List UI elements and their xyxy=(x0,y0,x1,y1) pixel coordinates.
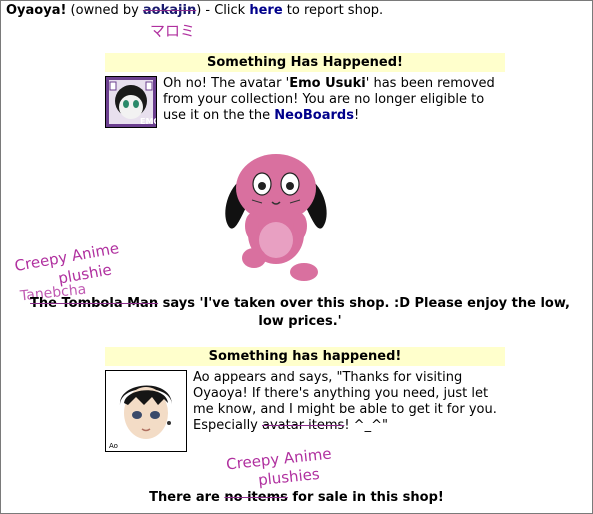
ao-character-image: Ao xyxy=(105,370,187,452)
items-status-suffix: for sale in this shop! xyxy=(287,490,444,505)
items-status-prefix: There are xyxy=(149,490,225,505)
notice-title: Something Has Happened! xyxy=(105,53,505,72)
notice-ao-appears: Something has happened! Ao Ao appears an… xyxy=(105,347,505,452)
emo-usuki-avatar-image: EMO xyxy=(105,76,157,128)
neoboards-link[interactable]: NeoBoards xyxy=(274,108,354,123)
notice-body: Ao Ao appears and says, "Thanks for visi… xyxy=(105,370,505,452)
notice-avatar-removed: Something Has Happened! EMO Oh no! The a… xyxy=(105,53,505,128)
struck-avatar-items: avatar items xyxy=(262,418,345,433)
notice-message: Oh no! The avatar 'Emo Usuki' has been r… xyxy=(157,76,505,128)
report-suffix: to report shop. xyxy=(282,3,384,18)
notice-text-part: Oh no! The avatar ' xyxy=(163,76,290,91)
owner-link[interactable]: aokajin xyxy=(143,3,196,18)
notice-body: EMO Oh no! The avatar 'Emo Usuki' has be… xyxy=(105,76,505,128)
notice-text-part: ! ^_^" xyxy=(344,418,388,433)
emo-badge: EMO xyxy=(140,117,157,126)
report-shop-link[interactable]: here xyxy=(249,3,282,18)
shop-header: Oyaoya! (owned by aokajin) - Click here … xyxy=(6,3,383,18)
shop-name: Oyaoya! xyxy=(6,3,67,18)
avatar-name: Emo Usuki xyxy=(289,76,366,91)
owned-by-suffix: ) - Click xyxy=(196,3,250,18)
npc-quote: says 'I've taken over this shop. :D Plea… xyxy=(158,296,570,329)
notice-message: Ao appears and says, "Thanks for visitin… xyxy=(187,370,505,452)
plushie-shopkeeper-image xyxy=(225,154,327,281)
shopkeeper-says: The Tombola Man says 'I've taken over th… xyxy=(20,295,580,331)
npc-name: The Tombola Man xyxy=(30,296,159,311)
struck-no-items: no items xyxy=(224,490,288,505)
notice-text-part: ! xyxy=(353,108,360,123)
notice-title: Something has happened! xyxy=(105,347,505,366)
owned-by-prefix: (owned by xyxy=(70,3,143,18)
items-status: There are no items for sale in this shop… xyxy=(0,490,593,505)
owner-scribble: マロミ xyxy=(150,22,196,40)
artist-signature: Ao xyxy=(109,442,118,450)
